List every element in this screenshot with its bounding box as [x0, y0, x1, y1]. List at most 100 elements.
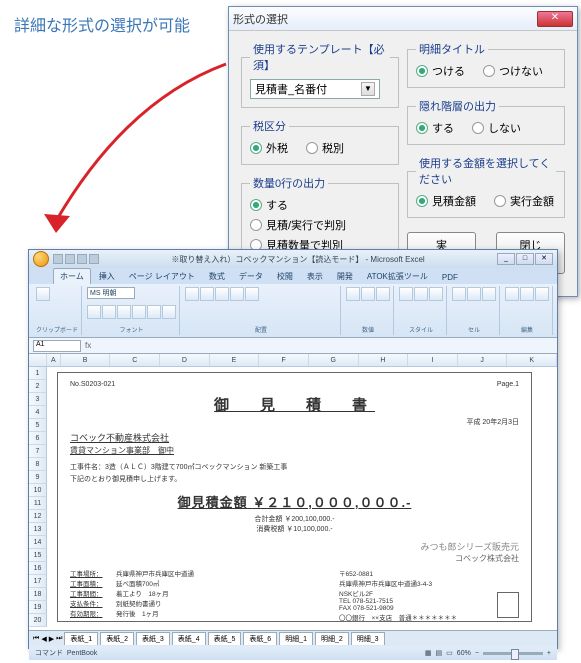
tab-atok[interactable]: ATOK拡張ツール	[361, 269, 434, 284]
view-layout-icon[interactable]: ▤	[436, 649, 443, 657]
col-j[interactable]: J	[458, 354, 508, 366]
name-box[interactable]: A1	[33, 340, 81, 352]
sheet-tab[interactable]: 表紙_6	[243, 632, 277, 645]
tab-home[interactable]: ホーム	[53, 268, 91, 284]
row-12[interactable]: 12	[29, 510, 47, 523]
tab-insert[interactable]: 挿入	[93, 269, 121, 284]
wrap-icon[interactable]	[230, 287, 244, 301]
border-icon[interactable]	[132, 305, 146, 319]
row-7[interactable]: 7	[29, 445, 47, 458]
row-11[interactable]: 11	[29, 497, 47, 510]
align-bot-icon[interactable]	[215, 287, 229, 301]
col-a[interactable]: A	[47, 354, 61, 366]
tab-formula[interactable]: 数式	[203, 269, 231, 284]
italic-icon[interactable]	[102, 305, 116, 319]
merge-icon[interactable]	[245, 287, 259, 301]
row-8[interactable]: 8	[29, 458, 47, 471]
font-name-combo[interactable]: MS 明朝	[87, 287, 135, 299]
row-3[interactable]: 3	[29, 393, 47, 406]
row-1[interactable]: 1	[29, 367, 47, 380]
tab-dev[interactable]: 開発	[331, 269, 359, 284]
format-icon[interactable]	[482, 287, 496, 301]
tab-nav-last-icon[interactable]: ⏭	[56, 635, 62, 643]
col-d[interactable]: D	[160, 354, 210, 366]
row-4[interactable]: 4	[29, 406, 47, 419]
detailtitle-opt-no[interactable]: つけない	[483, 63, 543, 79]
detailtitle-opt-yes[interactable]: つける	[416, 63, 465, 79]
row-5[interactable]: 5	[29, 419, 47, 432]
qtyrows-opt-estexec[interactable]: 見積/実行で判別	[250, 217, 390, 233]
insert-icon[interactable]	[452, 287, 466, 301]
row-17[interactable]: 17	[29, 575, 47, 588]
chevron-down-icon[interactable]: ▼	[361, 82, 375, 96]
sort-icon[interactable]	[520, 287, 534, 301]
percent-icon[interactable]	[361, 287, 375, 301]
sheet-tab[interactable]: 表紙_1	[64, 632, 98, 645]
dialog-titlebar[interactable]: 形式の選択 ✕	[229, 7, 577, 31]
zoom-out-icon[interactable]: −	[475, 650, 479, 657]
row-14[interactable]: 14	[29, 536, 47, 549]
tab-review[interactable]: 校閲	[271, 269, 299, 284]
row-19[interactable]: 19	[29, 601, 47, 614]
font-color-icon[interactable]	[162, 305, 176, 319]
sheet-tab[interactable]: 明細_1	[279, 632, 313, 645]
qtyrows-opt-yes[interactable]: する	[250, 197, 390, 213]
tax-opt-separate[interactable]: 税別	[306, 140, 344, 156]
underline-icon[interactable]	[117, 305, 131, 319]
select-all-corner[interactable]	[29, 354, 47, 366]
maximize-icon[interactable]: □	[516, 253, 534, 265]
condfmt-icon[interactable]	[399, 287, 413, 301]
col-b[interactable]: B	[61, 354, 111, 366]
row-10[interactable]: 10	[29, 484, 47, 497]
sheet-tab[interactable]: 明細_3	[351, 632, 385, 645]
office-button-icon[interactable]	[33, 251, 49, 267]
minimize-icon[interactable]: _	[497, 253, 515, 265]
row-9[interactable]: 9	[29, 471, 47, 484]
tab-pdf[interactable]: PDF	[436, 271, 464, 284]
tab-view[interactable]: 表示	[301, 269, 329, 284]
align-mid-icon[interactable]	[200, 287, 214, 301]
cellstyle-icon[interactable]	[429, 287, 443, 301]
sheet-tab[interactable]: 表紙_3	[136, 632, 170, 645]
fill-color-icon[interactable]	[147, 305, 161, 319]
tab-nav-first-icon[interactable]: ⏮	[33, 635, 39, 643]
col-i[interactable]: I	[408, 354, 458, 366]
sheet-tab[interactable]: 明細_2	[315, 632, 349, 645]
zoom-in-icon[interactable]: +	[547, 650, 551, 657]
amount-opt-estimate[interactable]: 見積金額	[416, 193, 476, 209]
tab-nav-next-icon[interactable]: ▶	[49, 635, 54, 643]
find-icon[interactable]	[535, 287, 549, 301]
bold-icon[interactable]	[87, 305, 101, 319]
quick-access-toolbar[interactable]	[53, 254, 99, 264]
tax-opt-external[interactable]: 外税	[250, 140, 288, 156]
row-13[interactable]: 13	[29, 523, 47, 536]
col-k[interactable]: K	[507, 354, 557, 366]
col-c[interactable]: C	[110, 354, 160, 366]
sheet-area[interactable]: A B C D E F G H I J K 123456789101112131…	[29, 354, 557, 630]
hidden-opt-no[interactable]: しない	[472, 120, 521, 136]
currency-icon[interactable]	[346, 287, 360, 301]
autosum-icon[interactable]	[505, 287, 519, 301]
row-18[interactable]: 18	[29, 588, 47, 601]
view-normal-icon[interactable]: ▦	[425, 649, 432, 657]
col-f[interactable]: F	[259, 354, 309, 366]
align-top-icon[interactable]	[185, 287, 199, 301]
row-6[interactable]: 6	[29, 432, 47, 445]
tab-layout[interactable]: ページ レイアウト	[123, 269, 201, 284]
row-15[interactable]: 15	[29, 549, 47, 562]
row-20[interactable]: 20	[29, 614, 47, 627]
zoom-value[interactable]: 60%	[457, 650, 471, 657]
sheet-tab[interactable]: 表紙_2	[100, 632, 134, 645]
template-combo[interactable]: 見積書_名番付 ▼	[250, 79, 380, 99]
zoom-slider[interactable]	[483, 652, 543, 655]
tab-data[interactable]: データ	[233, 269, 269, 284]
row-16[interactable]: 16	[29, 562, 47, 575]
sheet-tab[interactable]: 表紙_5	[208, 632, 242, 645]
window-close-icon[interactable]: ✕	[535, 253, 553, 265]
tablefmt-icon[interactable]	[414, 287, 428, 301]
sheet-tab[interactable]: 表紙_4	[172, 632, 206, 645]
tab-nav-prev-icon[interactable]: ◀	[41, 635, 46, 643]
amount-opt-execute[interactable]: 実行金額	[494, 193, 554, 209]
col-g[interactable]: G	[309, 354, 359, 366]
paste-icon[interactable]	[36, 287, 50, 301]
